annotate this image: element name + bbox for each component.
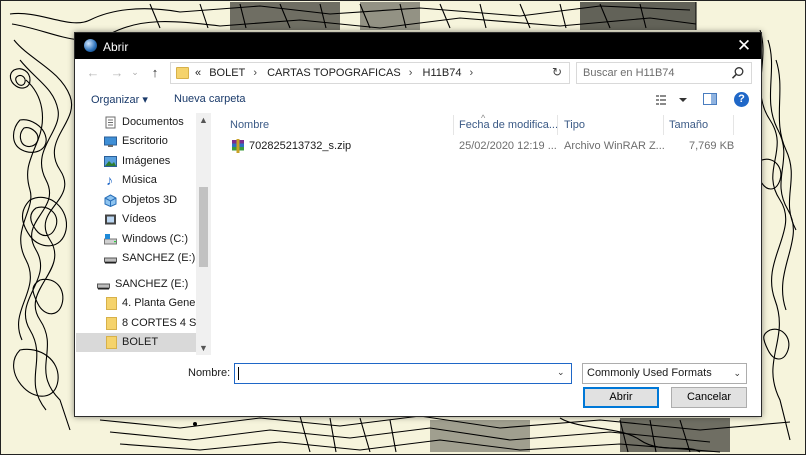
recent-locations-chevron-icon[interactable]: ⌄ (127, 64, 143, 80)
scroll-down-arrow-icon[interactable]: ▼ (196, 341, 211, 355)
music-icon: ♪ (106, 172, 113, 188)
chevron-down-icon[interactable]: ⌄ (733, 368, 741, 379)
title-bar[interactable]: Abrir ✕ (75, 33, 761, 59)
column-divider[interactable] (453, 115, 454, 135)
search-box[interactable]: Buscar en H11B74 (576, 62, 752, 84)
breadcrumb-bolet[interactable]: BOLET (209, 67, 245, 79)
breadcrumb-h11b74[interactable]: H11B74 (423, 67, 462, 79)
videos-icon (105, 214, 116, 225)
sidebar-item-8-cortes[interactable]: 8 CORTES 4 SEP (76, 314, 211, 333)
sidebar-item-planta-general[interactable]: 4. Planta Genera (76, 294, 210, 313)
organize-button[interactable]: Organizar ▾ (91, 93, 148, 106)
documents-icon (105, 116, 116, 129)
change-view-icon[interactable] (655, 93, 689, 107)
open-file-dialog: Abrir ✕ ← → ⌄ ↑ « BOLET › CARTAS TOPOGRA… (74, 32, 762, 417)
usb-drive-icon (104, 257, 117, 264)
up-arrow-icon[interactable]: ↑ (147, 65, 163, 81)
navigation-pane[interactable]: Documentos Escritorio Imágenes ♪ Música … (76, 113, 212, 355)
navigation-pane-scrollbar[interactable]: ▲ ▼ (196, 113, 211, 355)
sidebar-item-sanchez-e-expanded[interactable]: SANCHEZ (E:) (76, 275, 210, 294)
winrar-archive-icon (232, 139, 244, 153)
breadcrumb-separator[interactable]: › (253, 67, 257, 79)
breadcrumb: « BOLET › CARTAS TOPOGRAFICAS › H11B74 › (195, 63, 480, 83)
sidebar-item-label: Escritorio (122, 135, 168, 147)
sidebar-item-videos[interactable]: Vídeos (76, 210, 210, 229)
preview-pane-icon[interactable] (703, 93, 717, 105)
folder-icon (106, 317, 117, 330)
column-divider[interactable] (733, 115, 734, 135)
file-name: 702825213732_s.zip (249, 140, 352, 152)
file-type: Archivo WinRAR Z... (564, 140, 665, 152)
sidebar-item-label: Objetos 3D (122, 194, 178, 206)
sidebar-item-label: 4. Planta Genera (122, 297, 206, 309)
file-name-input[interactable] (234, 363, 572, 384)
sidebar-item-sanchez-e[interactable]: SANCHEZ (E:) (76, 249, 210, 268)
app-globe-icon (84, 39, 97, 52)
folder-icon (176, 67, 189, 79)
file-type-filter-select[interactable]: Commonly Used Formats ⌄ (582, 363, 747, 384)
forward-arrow-icon[interactable]: → (109, 65, 125, 81)
sidebar-item-label: Vídeos (122, 213, 157, 225)
column-header-nombre[interactable]: Nombre (230, 115, 269, 135)
desktop-icon (104, 136, 117, 147)
sidebar-item-label: Música (122, 174, 157, 186)
text-caret (238, 367, 239, 380)
sidebar-item-documentos[interactable]: Documentos (76, 113, 210, 132)
folder-icon (106, 297, 117, 310)
sidebar-item-label: Windows (C:) (122, 233, 189, 245)
close-button[interactable]: ✕ (734, 36, 754, 56)
sidebar-item-windows-c[interactable]: Windows (C:) (76, 230, 210, 249)
scrollbar-thumb[interactable] (199, 187, 208, 267)
file-name-dropdown-icon[interactable]: ⌄ (557, 367, 565, 378)
file-size: 7,769 KB (689, 140, 735, 152)
scroll-up-arrow-icon[interactable]: ▲ (196, 113, 211, 127)
sidebar-item-imagenes[interactable]: Imágenes (76, 152, 210, 171)
folder-icon (106, 336, 117, 349)
sidebar-item-objetos-3d[interactable]: Objetos 3D (76, 191, 210, 210)
open-button[interactable]: Abrir (583, 387, 659, 408)
new-folder-button[interactable]: Nueva carpeta (174, 93, 246, 105)
back-arrow-icon[interactable]: ← (85, 65, 101, 81)
sidebar-item-label: BOLET (122, 336, 159, 348)
sidebar-item-label: SANCHEZ (E:) (115, 278, 189, 290)
sidebar-item-label: Documentos (122, 116, 184, 128)
file-list[interactable]: ^ Nombre Fecha de modifica... Tipo Tamañ… (223, 113, 763, 355)
sidebar-item-label: SANCHEZ (E:) (122, 252, 196, 264)
column-header-tamano[interactable]: Tamaño (669, 115, 708, 135)
file-type-filter-value: Commonly Used Formats (587, 367, 712, 379)
address-bar[interactable]: « BOLET › CARTAS TOPOGRAFICAS › H11B74 ›… (170, 62, 641, 84)
breadcrumb-separator[interactable]: › (470, 67, 474, 79)
usb-drive-icon (97, 283, 110, 290)
window-title: Abrir (103, 40, 129, 54)
pictures-icon (104, 156, 117, 167)
breadcrumb-overflow[interactable]: « (195, 67, 201, 79)
column-divider[interactable] (663, 115, 664, 135)
cancel-button[interactable]: Cancelar (671, 387, 747, 408)
table-row[interactable]: 702825213732_s.zip 25/02/2020 12:19 ... … (223, 137, 763, 155)
column-header-fecha[interactable]: Fecha de modifica... (459, 115, 558, 135)
sidebar-item-label: Imágenes (122, 155, 171, 167)
3d-objects-icon (104, 194, 117, 207)
sidebar-item-bolet[interactable]: BOLET (76, 333, 210, 352)
breadcrumb-cartas-topograficas[interactable]: CARTAS TOPOGRAFICAS (267, 67, 401, 79)
command-bar: Organizar ▾ Nueva carpeta ? (75, 89, 761, 111)
drive-c-icon (104, 234, 117, 245)
search-icon[interactable] (731, 66, 745, 80)
file-name-label: Nombre: (188, 367, 231, 379)
search-input[interactable]: Buscar en H11B74 (583, 67, 675, 79)
column-header-tipo[interactable]: Tipo (564, 115, 585, 135)
breadcrumb-separator[interactable]: › (409, 67, 413, 79)
help-icon[interactable]: ? (734, 92, 749, 107)
column-divider[interactable] (557, 115, 558, 135)
sidebar-item-musica[interactable]: ♪ Música (76, 171, 210, 190)
refresh-icon[interactable]: ↻ (549, 64, 565, 80)
sidebar-item-escritorio[interactable]: Escritorio (76, 132, 210, 151)
file-date: 25/02/2020 12:19 ... (459, 140, 557, 152)
